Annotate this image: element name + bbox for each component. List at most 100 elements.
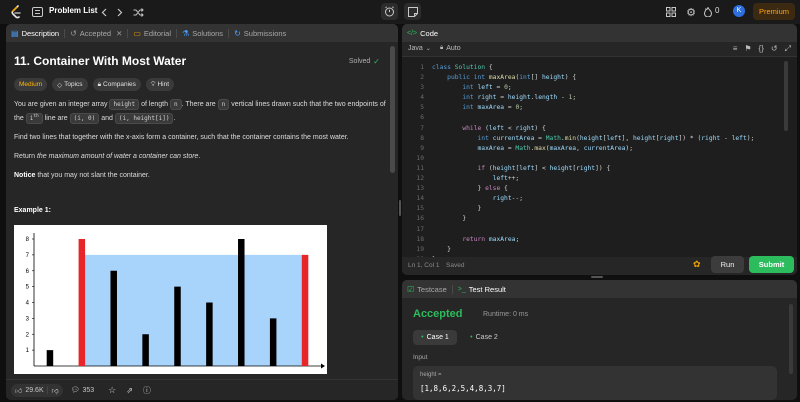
hint-chip[interactable]: 💡︎ Hint	[145, 78, 175, 91]
run-button[interactable]: Run	[711, 256, 744, 273]
y-tick-label: 8	[26, 237, 30, 243]
code-line: right--;	[492, 195, 524, 203]
topics-chip[interactable]: ◇ Topics	[52, 78, 88, 91]
result-panel: ☑ Testcase >_ Test Result Accepted Runti…	[402, 280, 797, 400]
input-variable-value: [1,8,6,2,5,4,8,3,7]	[420, 384, 506, 393]
text: the maximum amount of water a container …	[36, 153, 199, 160]
star-icon[interactable]: ☆	[108, 385, 116, 396]
shuffle-icon[interactable]	[131, 5, 145, 19]
problem-list-icon[interactable]	[31, 6, 43, 18]
horizontal-splitter[interactable]	[591, 276, 603, 278]
problem-description: You are given an integer array height of…	[14, 99, 390, 182]
code-line: if (height[left] < height[right]) {	[477, 164, 611, 172]
like-button[interactable]: 👍︎ 29.6K | 👎︎	[11, 383, 63, 397]
bar	[238, 239, 245, 366]
y-tick-label: 1	[26, 348, 30, 354]
line-number: 10	[416, 154, 424, 162]
chevron-left-icon[interactable]	[98, 5, 110, 19]
bar	[46, 350, 54, 366]
share-icon[interactable]: ⇗	[126, 386, 133, 395]
code-editor[interactable]: 123456789101112131415161718192021 class …	[402, 61, 797, 273]
settings-gear-icon[interactable]: ⚙	[684, 5, 698, 19]
companies-chip[interactable]: 🔒︎ Companies	[92, 78, 141, 91]
text: You are given an integer array	[14, 101, 108, 108]
cursor-position: Ln 1, Col 1	[408, 262, 440, 269]
streak-count: 0	[715, 6, 720, 15]
tab-description[interactable]: ▤ Description	[6, 24, 64, 42]
case-2-tab[interactable]: • Case 2	[462, 330, 506, 345]
code-line: return maxArea;	[462, 235, 520, 243]
tab-solutions[interactable]: ⚗ Solutions	[177, 24, 228, 42]
close-icon[interactable]: ✕	[116, 29, 122, 38]
notes-icon[interactable]	[404, 3, 421, 20]
line-number: 15	[416, 205, 424, 213]
y-tick-label: 4	[26, 301, 30, 307]
mode-label: Auto	[446, 45, 461, 52]
description-panel: ▤ Description ↺ Accepted ✕ ▭ Editorial ⚗…	[6, 24, 398, 400]
check-circle-icon: ✓	[373, 57, 380, 66]
description-scrollbar[interactable]	[390, 46, 395, 173]
language-selector[interactable]: Java ⌄	[408, 45, 431, 52]
text: . There are	[181, 101, 216, 108]
line-numbers: 123456789101112131415161718192021	[402, 63, 424, 275]
editor-status-bar: Ln 1, Col 1 Saved ✿ Run Submit	[402, 256, 797, 275]
comment-bubble-icon: 💬︎	[70, 387, 80, 394]
topics-label: Topics	[64, 81, 83, 88]
code-tab-bar: </> Code	[402, 24, 797, 42]
code-lines: class Solution { public int maxArea(int[…	[432, 63, 754, 275]
thumbs-down-icon[interactable]: 👎︎	[51, 386, 58, 395]
text: .	[198, 153, 201, 160]
tab-editorial[interactable]: ▭ Editorial	[128, 24, 176, 42]
description-paragraph-2: Find two lines that together with the x-…	[14, 134, 349, 141]
bar	[269, 318, 277, 366]
runtime-label: Runtime: 0 ms	[483, 311, 529, 318]
result-scrollbar[interactable]	[789, 304, 793, 374]
chevron-right-icon[interactable]	[114, 5, 126, 19]
bar	[206, 302, 213, 366]
code-line: }	[432, 245, 451, 253]
example-heading: Example 1:	[14, 207, 51, 214]
vertical-splitter[interactable]	[399, 200, 401, 216]
tab-testcase[interactable]: ☑ Testcase	[402, 280, 452, 298]
language-label: Java	[408, 45, 423, 52]
tab-testcase-label: Testcase	[417, 284, 447, 294]
streak-fire-icon[interactable]	[703, 5, 713, 19]
description-paragraph-4: Notice that you may not slant the contai…	[14, 170, 390, 182]
mode-indicator: 🔒︎ Auto	[440, 45, 461, 52]
inline-code: ith	[25, 113, 43, 124]
description-icon: ▤	[11, 28, 19, 38]
code-line: int currentArea = Math.min(height[left],…	[477, 134, 755, 142]
example-chart: 1 2 3 4 5 6 7 8	[14, 225, 327, 374]
case-1-tab[interactable]: • Case 1	[413, 330, 457, 345]
help-icon[interactable]: ⓘ	[143, 385, 151, 396]
editor-scrollbar[interactable]	[784, 61, 788, 131]
bookmark-icon[interactable]: ⚑	[744, 44, 751, 54]
debug-bug-icon[interactable]: ✿	[693, 259, 701, 270]
text: that you may not slant the container.	[37, 172, 150, 179]
avatar[interactable]: K	[733, 5, 745, 17]
timer-icon[interactable]	[381, 3, 398, 20]
reset-icon[interactable]: ↺	[771, 44, 778, 54]
tab-accepted[interactable]: ↺ Accepted ✕	[65, 24, 127, 42]
submit-button[interactable]: Submit	[749, 256, 794, 273]
text: and	[101, 115, 113, 122]
format-lines-icon[interactable]: ≡	[733, 44, 738, 54]
problem-title: 11. Container With Most Water	[14, 54, 187, 68]
tab-solutions-label: Solutions	[192, 28, 224, 38]
code-brackets-icon: </>	[407, 29, 418, 37]
problem-list-link[interactable]: Problem List	[49, 6, 97, 15]
tab-test-result[interactable]: >_ Test Result	[453, 280, 511, 298]
layout-grid-icon[interactable]	[664, 5, 678, 19]
text: Notice	[14, 172, 36, 179]
premium-button[interactable]: Premium	[753, 3, 795, 20]
y-tick-label: 5	[26, 285, 30, 291]
difficulty-label: Medium	[19, 81, 43, 88]
tab-code[interactable]: </> Code	[402, 24, 443, 42]
leetcode-logo-icon[interactable]	[9, 4, 23, 20]
tab-submissions[interactable]: ↻ Submissions	[229, 24, 291, 42]
braces-icon[interactable]: {}	[759, 44, 764, 54]
comments-button[interactable]: 💬︎ 353	[70, 386, 95, 395]
expand-icon[interactable]: ⤢	[785, 44, 791, 54]
code-line: } else {	[432, 185, 508, 193]
